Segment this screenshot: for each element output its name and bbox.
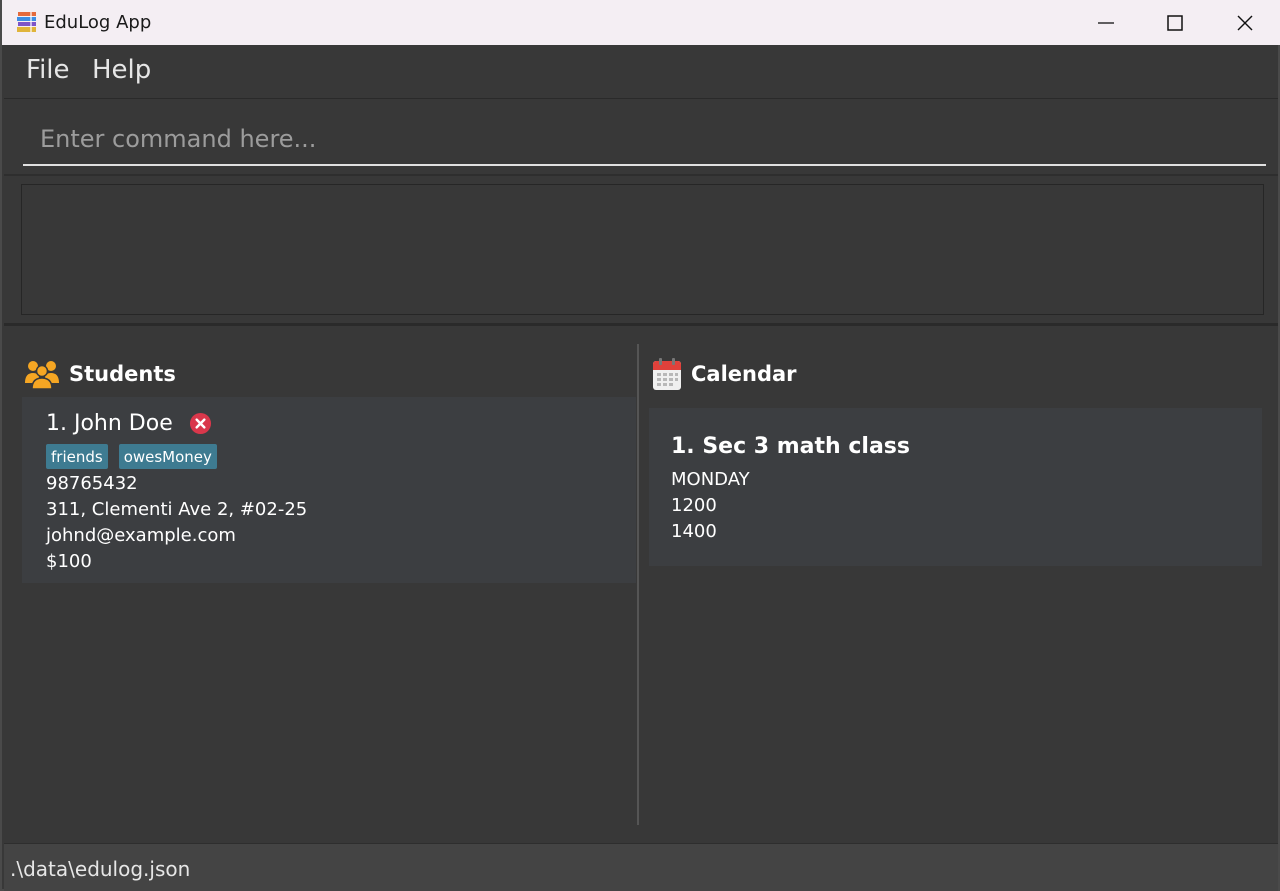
result-text-area[interactable] <box>21 184 1264 315</box>
lesson-title: 1. Sec 3 math class <box>671 434 910 459</box>
students-header: Students <box>24 356 176 392</box>
people-icon <box>25 361 59 389</box>
maximize-icon <box>1167 14 1183 31</box>
maximize-button[interactable] <box>1140 0 1210 45</box>
minimize-button[interactable] <box>1071 0 1141 45</box>
student-email: johnd@example.com <box>46 525 236 546</box>
status-bar: .\data\edulog.json <box>4 843 1278 891</box>
command-box <box>4 100 1278 176</box>
books-icon <box>17 12 36 32</box>
lesson-end: 1400 <box>671 521 717 542</box>
menu-file[interactable]: File <box>26 55 70 85</box>
lesson-start: 1200 <box>671 495 717 516</box>
menu-bar: File Help <box>4 45 1278 99</box>
calendar-title: Calendar <box>691 362 797 386</box>
student-card[interactable]: 1. John Doe friends owesMoney 98765432 3… <box>22 397 636 583</box>
student-fee: $100 <box>46 551 92 572</box>
close-icon <box>1237 15 1253 30</box>
command-input[interactable] <box>23 114 1266 166</box>
calendar-card[interactable]: 1. Sec 3 math class MONDAY 1200 1400 <box>649 408 1262 566</box>
window-title: EduLog App <box>44 12 152 33</box>
title-bar[interactable]: EduLog App <box>2 0 1280 45</box>
result-display <box>4 176 1278 326</box>
save-location: .\data\edulog.json <box>10 857 191 881</box>
delete-icon[interactable] <box>189 412 212 435</box>
student-name: 1. John Doe <box>46 411 173 436</box>
calendar-icon <box>653 358 681 390</box>
tag-list: friends owesMoney <box>46 444 217 469</box>
calendar-header: Calendar <box>652 356 797 392</box>
lesson-day: MONDAY <box>671 469 750 490</box>
close-button[interactable] <box>1210 0 1280 45</box>
tag: friends <box>46 444 108 469</box>
minimize-icon <box>1098 21 1114 24</box>
student-phone: 98765432 <box>46 473 138 494</box>
app-window: EduLog App File Help Students <box>0 0 1280 891</box>
students-title: Students <box>69 362 176 386</box>
student-address: 311, Clementi Ave 2, #02-25 <box>46 499 308 520</box>
panel-divider[interactable] <box>637 344 639 825</box>
menu-help[interactable]: Help <box>92 55 151 85</box>
tag: owesMoney <box>118 444 217 469</box>
